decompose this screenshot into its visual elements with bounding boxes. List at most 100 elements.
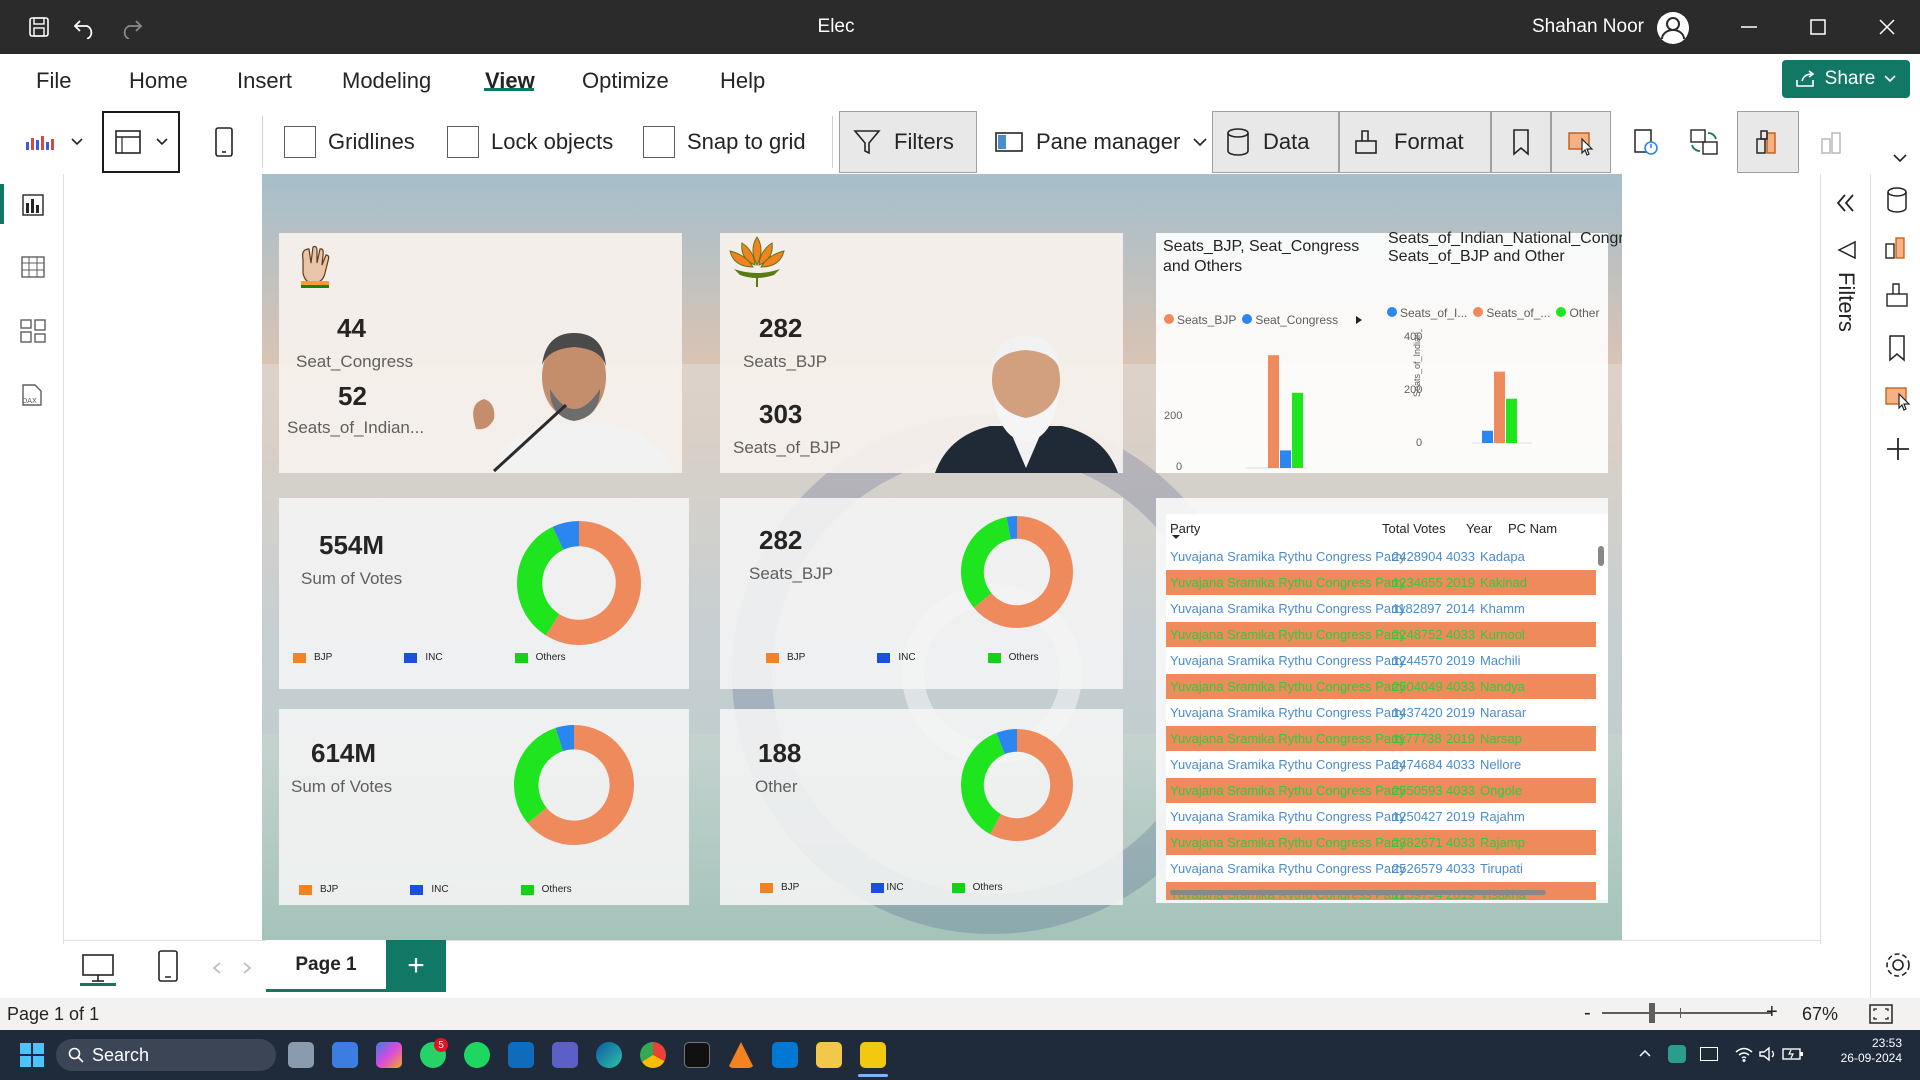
column-header-pc-name[interactable]: PC Nam [1508, 521, 1596, 536]
selection-button[interactable] [1551, 111, 1611, 173]
taskbar-search[interactable]: Search [56, 1039, 276, 1071]
bar-other[interactable] [1506, 398, 1517, 443]
minimize-icon[interactable] [1729, 10, 1769, 44]
display-icon[interactable] [1700, 1047, 1718, 1061]
expand-pane-icon[interactable] [1835, 192, 1857, 214]
bookmarks-button[interactable] [1491, 111, 1551, 173]
pane-manager-button[interactable]: Pane manager [994, 111, 1208, 173]
previous-page-icon[interactable] [210, 961, 224, 975]
donut-card-3[interactable]: 614M Sum of Votes BJP INC Others [279, 709, 689, 905]
avatar[interactable] [1657, 12, 1689, 44]
donut-slice-others[interactable] [517, 526, 564, 636]
selection-pane-icon[interactable] [1883, 382, 1913, 412]
table-row[interactable]: Yuvajana Sramika Rythu Congress Party 124… [1166, 648, 1596, 673]
zoom-out-button[interactable]: - [1584, 1002, 1591, 1025]
powerbi-icon[interactable] [860, 1042, 886, 1068]
column-header-year[interactable]: Year [1466, 521, 1492, 536]
windows-start-icon[interactable] [20, 1043, 44, 1067]
defender-icon[interactable] [1668, 1045, 1686, 1063]
edge-icon[interactable] [596, 1042, 622, 1068]
seats-bar-chart-card[interactable]: Seats_BJP, Seat_Congress and Others Seat… [1156, 233, 1376, 473]
snap-to-grid-toggle[interactable]: Snap to grid [643, 111, 806, 173]
donut-card-1[interactable]: 554M Sum of Votes BJP INC Others [279, 498, 689, 689]
menu-file[interactable]: File [36, 68, 71, 94]
bookmarks-pane-icon[interactable] [1887, 334, 1907, 362]
format-pane-button[interactable]: Format [1339, 111, 1491, 173]
theme-gallery-button[interactable] [24, 111, 84, 173]
bar-seats-of-indian-national-congress[interactable] [1482, 430, 1493, 443]
zoom-level[interactable]: 67% [1802, 1004, 1838, 1025]
task-view-icon[interactable] [288, 1042, 314, 1068]
column-header-total-votes[interactable]: Total Votes [1382, 521, 1446, 536]
table-row[interactable]: Yuvajana Sramika Rythu Congress Party 143… [1166, 700, 1596, 725]
mail-icon[interactable] [508, 1042, 534, 1068]
chrome-icon[interactable] [640, 1042, 666, 1068]
zoom-slider-track[interactable] [1602, 1012, 1772, 1014]
close-icon[interactable] [1867, 10, 1907, 44]
model-view-icon[interactable] [16, 314, 50, 348]
widgets-icon[interactable] [332, 1042, 358, 1068]
bar-seats-bjp[interactable] [1268, 355, 1279, 468]
table-row[interactable]: Yuvajana Sramika Rythu Congress Party 118… [1166, 596, 1596, 621]
donut-slice-inc[interactable] [996, 729, 1018, 755]
page-tab-1[interactable]: Page 1 [266, 940, 386, 992]
system-tray-chevron-icon[interactable] [1638, 1048, 1652, 1058]
table-row[interactable]: Yuvajana Sramika Rythu Congress Party 238… [1166, 830, 1596, 855]
mobile-layout-icon[interactable] [156, 949, 180, 983]
legend-next-icon[interactable] [1354, 314, 1364, 326]
donut-slice-inc[interactable] [552, 521, 580, 550]
maximize-icon[interactable] [1798, 10, 1838, 44]
filters-button[interactable]: Filters [839, 111, 977, 173]
desktop-layout-icon[interactable] [80, 951, 116, 987]
table-row[interactable]: Yuvajana Sramika Rythu Congress Party 123… [1166, 570, 1596, 595]
add-pane-icon[interactable] [1885, 436, 1911, 462]
next-page-icon[interactable] [240, 961, 254, 975]
table-row[interactable]: Yuvajana Sramika Rythu Congress Party125… [1166, 804, 1596, 829]
mobile-layout-button[interactable] [212, 111, 236, 173]
menu-insert[interactable]: Insert [237, 68, 292, 94]
lock-objects-checkbox[interactable] [447, 126, 479, 158]
seats-of-party-bar-chart-card[interactable]: Seats_of_Indian_National_Congress, Seats… [1376, 230, 1622, 473]
filters-pane-collapsed[interactable]: Filters [1820, 174, 1870, 944]
donut-slice-others[interactable] [514, 727, 564, 824]
donut-card-4[interactable]: 188 Other BJP INC Others [720, 709, 1123, 905]
performance-analyzer-button[interactable] [1630, 111, 1660, 173]
sort-descending-icon[interactable] [1171, 534, 1181, 540]
donut-slice-others[interactable] [961, 732, 1006, 835]
donut-slice-inc[interactable] [555, 725, 575, 752]
visualizations-button[interactable] [1737, 111, 1799, 173]
gridlines-toggle[interactable]: Gridlines [284, 111, 415, 173]
copilot-icon[interactable] [376, 1042, 402, 1068]
file-explorer-icon[interactable] [816, 1042, 842, 1068]
teams-icon[interactable] [552, 1042, 578, 1068]
congress-card[interactable]: 44 Seat_Congress 52 Seats_of_Indian... [279, 233, 682, 473]
menu-modeling[interactable]: Modeling [342, 68, 431, 94]
clock[interactable]: 23:53 26-09-2024 [1810, 1036, 1902, 1066]
table-row[interactable]: Yuvajana Sramika Rythu Congress Party 250… [1166, 674, 1596, 699]
format-pane-icon[interactable] [1883, 280, 1911, 310]
snap-to-grid-checkbox[interactable] [643, 126, 675, 158]
table-row[interactable]: Yuvajana Sramika Rythu Congress Party 247… [1166, 752, 1596, 777]
data-pane-button[interactable]: Data [1212, 111, 1339, 173]
volume-icon[interactable] [1758, 1045, 1778, 1063]
donut-slice-inc[interactable] [1006, 516, 1018, 540]
settings-gear-icon[interactable] [1883, 950, 1913, 980]
vscode-icon[interactable] [772, 1042, 798, 1068]
table-row[interactable]: Yuvajana Sramika Rythu Congress Party 252… [1166, 856, 1596, 881]
build-visual-button[interactable] [1818, 111, 1848, 173]
gridlines-checkbox[interactable] [284, 126, 316, 158]
add-page-button[interactable]: + [386, 940, 446, 992]
bar-seat-congress[interactable] [1280, 450, 1291, 468]
bjp-card[interactable]: 282 Seats_BJP 303 Seats_of_BJP [720, 233, 1123, 473]
table-row[interactable]: Yuvajana Sramika Rythu Congress Party 117… [1166, 726, 1596, 751]
table-row[interactable]: Yuvajana Sramika Rythu Congress Party 242… [1166, 544, 1596, 569]
wifi-icon[interactable] [1734, 1045, 1754, 1063]
donut-slice-others[interactable] [961, 516, 1012, 608]
table-vertical-scrollbar[interactable] [1598, 546, 1604, 566]
bar-seats-of-bjp[interactable] [1494, 371, 1505, 443]
sync-slicers-button[interactable] [1688, 111, 1720, 173]
ribbon-collapse-button[interactable] [1892, 148, 1908, 168]
battery-icon[interactable] [1782, 1046, 1804, 1062]
menu-home[interactable]: Home [129, 68, 188, 94]
page-view-button[interactable] [102, 111, 180, 173]
